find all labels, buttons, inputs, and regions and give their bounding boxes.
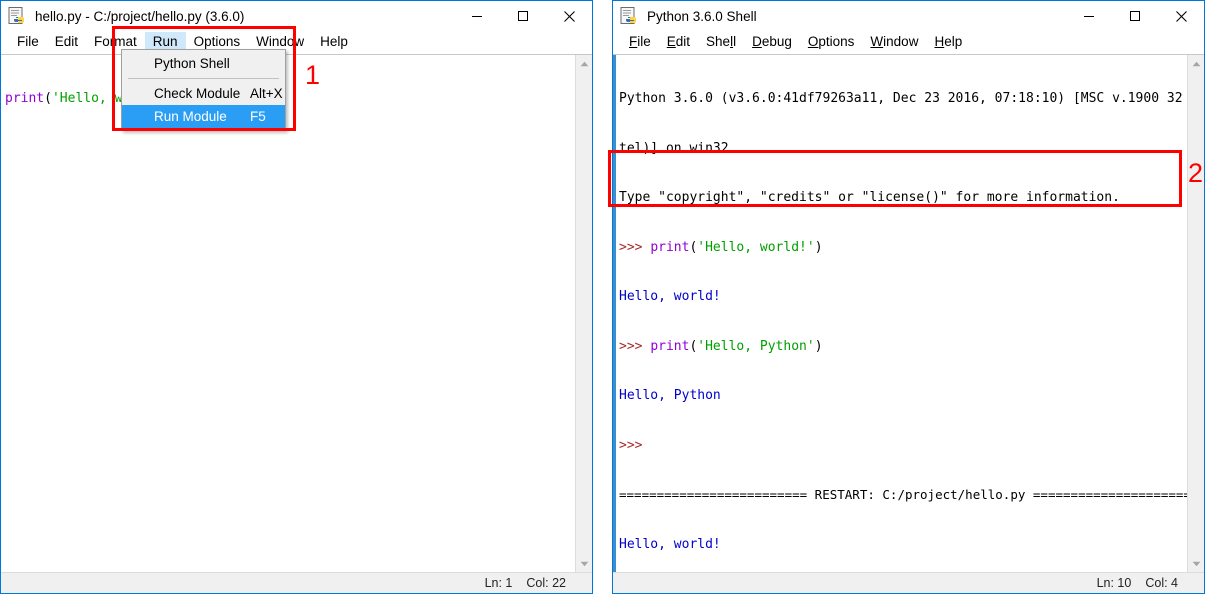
shell-menubar[interactable]: File Edit Shell Debug Options Window Hel… [613,31,1204,54]
code-token-paren: ( [44,91,52,106]
shell-output-line-3: Hello, world! [619,536,721,552]
menu-item-python-shell[interactable]: Python Shell [122,52,285,75]
menu-help-mnemonic: H [934,34,945,49]
menu-debug[interactable]: Debug [744,32,800,53]
shell-cmd1-function: print [650,239,690,255]
shell-cmd1-string: 'Hello, world!' [697,239,815,255]
run-menu-dropdown[interactable]: Python Shell Check Module Alt+X Run Modu… [121,49,286,131]
shell-text-pane[interactable]: Python 3.6.0 (v3.6.0:41df79263a11, Dec 2… [613,54,1204,572]
menu-window-mnemonic: W [870,34,884,49]
menu-item-check-module[interactable]: Check Module Alt+X [122,82,285,105]
menu-help[interactable]: Help [312,32,356,53]
code-token-function: print [5,91,45,106]
shell-status-line: Ln: 10 [1096,576,1132,590]
shell-title-text: Python 3.6.0 Shell [647,8,757,24]
shell-titlebar[interactable]: Python 3.6.0 Shell [613,1,1204,31]
menu-file[interactable]: File [9,32,47,53]
editor-titlebar[interactable]: hello.py - C:/project/hello.py (3.6.0) [1,1,592,31]
close-button[interactable] [546,1,592,31]
menu-separator [128,78,279,79]
menu-shell-rest: l [733,34,737,49]
shell-window[interactable]: Python 3.6.0 Shell File Edit Shell Debug… [612,0,1205,594]
annotation-label-1: 1 [305,60,321,90]
close-icon [563,10,575,22]
shell-command-line-2: >>> print('Hello, Python') [619,338,823,354]
shell-banner-line-3: Type "copyright", "credits" or "license(… [619,190,1120,205]
python-file-icon [8,7,28,25]
minimize-button[interactable] [1066,1,1112,31]
code-token-string: 'Hello, wo [51,91,131,106]
menu-debug-mnemonic: D [752,34,762,49]
editor-title-text: hello.py - C:/project/hello.py (3.6.0) [35,8,245,24]
shell-prompt: >>> [619,338,651,354]
annotation-label-2: 2 [1188,158,1204,188]
editor-status-col: Col: 22 [526,576,566,590]
menu-shell-pre: She [706,34,731,49]
scroll-up-arrow-icon[interactable] [1188,55,1205,72]
menu-item-run-module-label: Run Module [154,109,227,124]
menu-help[interactable]: Help [926,32,970,53]
shell-prompt: >>> [619,239,651,255]
shell-banner-line-2: tel)] on win32 [619,140,729,156]
menu-edit-rest: dit [675,34,691,49]
shell-vertical-scrollbar[interactable] [1187,55,1204,572]
close-button[interactable] [1158,1,1204,31]
editor-status-grip [574,573,586,594]
shell-prompt-line-3: >>> [619,437,651,453]
menu-edit[interactable]: Edit [659,32,698,53]
shell-cmd2-string: 'Hello, Python' [697,338,815,354]
scroll-down-arrow-icon[interactable] [576,555,593,572]
shell-banner-line-1: Python 3.6.0 (v3.6.0:41df79263a11, Dec 2… [619,91,1187,106]
menu-options[interactable]: Options [800,32,863,53]
menu-window-rest: indow [883,34,919,49]
shell-command-line-1: >>> print('Hello, world!') [619,239,823,255]
screenshot-root: hello.py - C:/project/hello.py (3.6.0) F… [0,0,1205,594]
editor-menubar[interactable]: File Edit Format Run Options Window Help [1,31,592,54]
maximize-button[interactable] [1112,1,1158,31]
scroll-up-arrow-icon[interactable] [576,55,593,72]
editor-text-pane[interactable]: print('Hello, wo [1,54,592,572]
shell-statusbar: Ln: 10 Col: 4 [613,572,1204,593]
shell-restart-line: ========================= RESTART: C:/pr… [619,487,1187,502]
minimize-icon [472,16,482,17]
maximize-button[interactable] [500,1,546,31]
menu-item-run-module[interactable]: Run Module F5 [122,105,285,128]
shell-output-area[interactable]: Python 3.6.0 (v3.6.0:41df79263a11, Dec 2… [613,55,1187,572]
maximize-icon [518,11,528,21]
python-file-icon [620,7,640,25]
menu-shell[interactable]: Shell [698,32,744,53]
editor-code-line-1: print('Hello, wo [5,91,575,108]
menu-help-rest: elp [944,34,963,49]
menu-edit[interactable]: Edit [47,32,86,53]
editor-status-line: Ln: 1 [484,576,513,590]
minimize-button[interactable] [454,1,500,31]
menu-item-run-module-accel: F5 [250,109,266,124]
shell-output-line-2: Hello, Python [619,388,721,403]
editor-vertical-scrollbar[interactable] [575,55,592,572]
menu-options-rest: ptions [818,34,855,49]
maximize-icon [1130,11,1140,21]
editor-window-buttons[interactable] [454,1,592,31]
editor-window[interactable]: hello.py - C:/project/hello.py (3.6.0) F… [0,0,593,594]
minimize-icon [1084,16,1094,17]
menu-item-check-module-label: Check Module [154,86,241,101]
menu-file-mnemonic: F [629,34,638,49]
shell-cmd2-function: print [650,338,690,354]
menu-edit-mnemonic: E [666,34,676,49]
scroll-down-arrow-icon[interactable] [1188,555,1205,572]
close-icon [1175,10,1187,22]
menu-window[interactable]: Window [862,32,926,53]
menu-item-python-shell-label: Python Shell [154,56,230,71]
menu-file[interactable]: File [621,32,659,53]
shell-output-line-1: Hello, world! [619,289,721,304]
editor-statusbar: Ln: 1 Col: 22 [1,572,592,593]
menu-item-check-module-accel: Alt+X [250,86,283,101]
shell-status-col: Col: 4 [1145,576,1178,590]
shell-window-buttons[interactable] [1066,1,1204,31]
menu-options-mnemonic: O [807,34,819,49]
menu-file-rest: ile [637,34,651,49]
editor-code-area[interactable]: print('Hello, wo [1,55,575,572]
menu-debug-rest: ebug [761,34,792,49]
shell-status-grip [1186,573,1198,594]
